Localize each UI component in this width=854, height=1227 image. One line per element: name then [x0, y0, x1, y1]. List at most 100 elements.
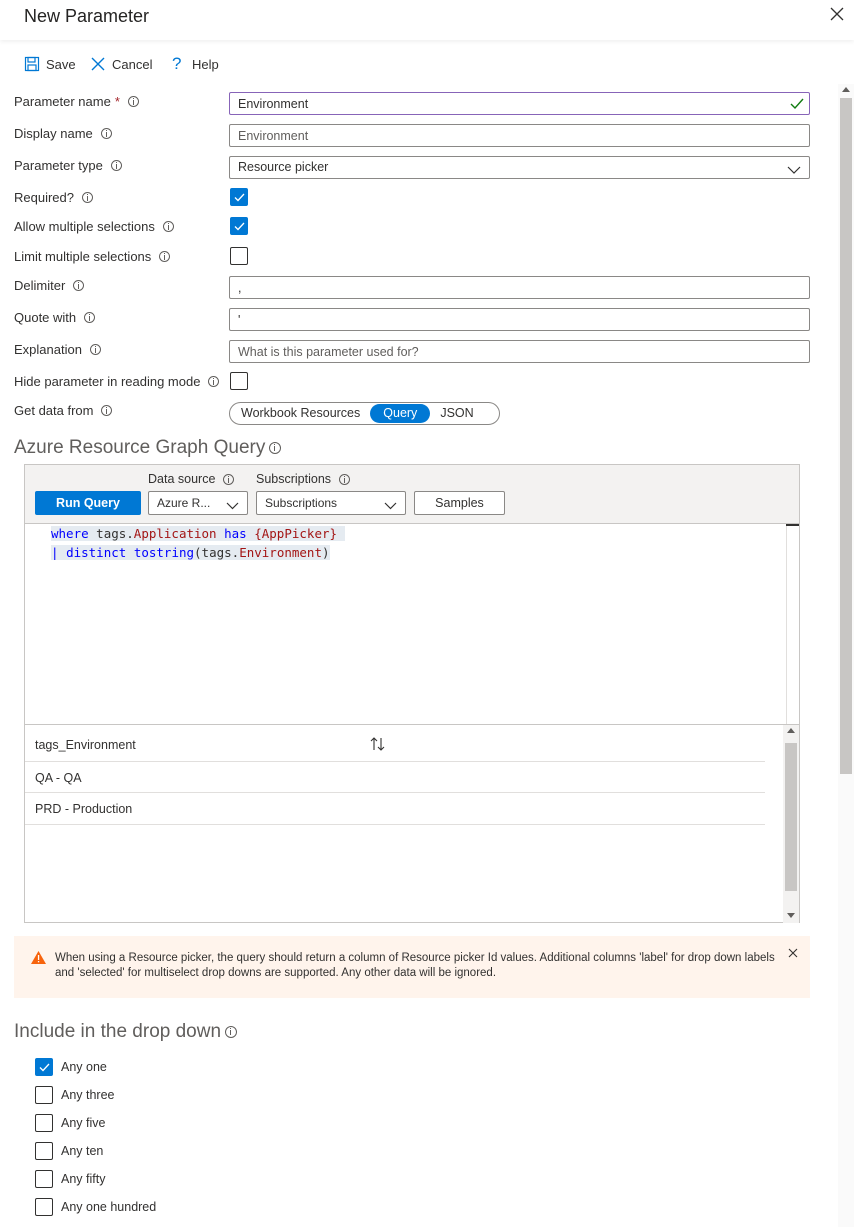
results-scroll-thumb[interactable]	[785, 743, 797, 891]
quote-input[interactable]	[229, 308, 810, 331]
dropdown-option-any-one[interactable]: Any one	[35, 1058, 107, 1076]
subscriptions-value: Subscriptions	[265, 496, 338, 510]
limit-multi-label: Limit multiple selections	[14, 249, 171, 264]
display-name-label: Display name	[14, 126, 112, 141]
panel-title: New Parameter	[24, 6, 150, 26]
required-checkbox[interactable]	[230, 188, 248, 206]
close-icon[interactable]	[829, 6, 849, 26]
save-button[interactable]: Save	[24, 52, 76, 76]
panel-header: New Parameter	[0, 0, 854, 40]
code-token: distinct	[66, 545, 127, 560]
code-token: tostring	[133, 545, 195, 560]
info-icon[interactable]	[101, 405, 113, 416]
delimiter-input[interactable]	[229, 276, 810, 299]
option-json[interactable]: JSON	[430, 404, 483, 423]
scroll-up-icon[interactable]	[842, 87, 850, 92]
limit-multi-label-text: Limit multiple selections	[14, 249, 152, 264]
param-type-select[interactable]: Resource picker	[229, 156, 810, 179]
code-line-1: where tags.Application has {AppPicker}	[51, 526, 345, 541]
page-scroll-thumb[interactable]	[840, 98, 852, 774]
valid-check-icon	[790, 98, 804, 113]
param-type-label: Parameter type	[14, 158, 122, 173]
quote-label: Quote with	[14, 310, 96, 325]
any-one-checkbox[interactable]	[35, 1058, 53, 1076]
info-icon[interactable]	[73, 280, 85, 291]
checkmark-icon	[234, 222, 245, 231]
any-one-hundred-checkbox[interactable]	[35, 1198, 53, 1216]
info-icon[interactable]	[89, 344, 101, 355]
info-icon[interactable]	[339, 473, 351, 485]
option-label: Any ten	[61, 1144, 104, 1158]
scroll-up-icon[interactable]	[787, 728, 795, 733]
close-icon[interactable]	[788, 946, 798, 961]
info-icon[interactable]	[208, 376, 220, 387]
dropdown-option-any-three[interactable]: Any three	[35, 1086, 115, 1104]
any-three-checkbox[interactable]	[35, 1086, 53, 1104]
info-icon[interactable]	[223, 473, 235, 485]
param-name-label-text: Parameter name	[14, 94, 111, 109]
option-label: Any five	[61, 1116, 106, 1130]
info-icon[interactable]	[110, 160, 122, 171]
param-type-label-text: Parameter type	[14, 158, 103, 173]
editor-scrollbar[interactable]	[786, 524, 799, 724]
quote-label-text: Quote with	[14, 310, 77, 325]
run-query-button[interactable]: Run Query	[35, 491, 141, 515]
explanation-label-text: Explanation	[14, 342, 82, 357]
any-five-checkbox[interactable]	[35, 1114, 53, 1132]
option-label: Any one	[61, 1060, 107, 1074]
help-label: Help	[192, 56, 219, 72]
table-row[interactable]: PRD - Production	[25, 793, 765, 825]
save-icon	[24, 56, 40, 72]
info-icon[interactable]	[162, 221, 174, 232]
param-name-input[interactable]	[229, 92, 810, 115]
samples-button[interactable]: Samples	[414, 491, 505, 515]
option-query[interactable]: Query	[370, 404, 431, 423]
code-token: {AppPicker}	[254, 526, 338, 541]
scroll-down-icon[interactable]	[787, 913, 795, 918]
dropdown-option-any-fifty[interactable]: Any fifty	[35, 1170, 105, 1188]
code-token: where	[51, 526, 89, 541]
option-label: Any three	[61, 1088, 115, 1102]
sort-icon[interactable]	[369, 737, 387, 754]
allow-multi-label: Allow multiple selections	[14, 219, 174, 234]
dropdown-section-title: Include in the drop down	[14, 1021, 238, 1043]
delimiter-label: Delimiter	[14, 278, 85, 293]
dropdown-option-any-ten[interactable]: Any ten	[35, 1142, 103, 1160]
param-name-label: Parameter name *	[14, 94, 139, 109]
dropdown-option-any-one-hundred[interactable]: Any one hundred	[35, 1198, 156, 1216]
allow-multi-label-text: Allow multiple selections	[14, 219, 155, 234]
results-scrollbar[interactable]	[783, 725, 799, 923]
results-column-header[interactable]: tags_Environment	[35, 738, 136, 752]
data-source-select[interactable]: Azure R...	[148, 491, 248, 515]
info-icon[interactable]	[100, 128, 112, 139]
table-row[interactable]: QA - QA	[25, 761, 765, 793]
cancel-button[interactable]: Cancel	[90, 52, 152, 76]
any-ten-checkbox[interactable]	[35, 1142, 53, 1160]
info-icon[interactable]	[225, 1026, 238, 1038]
hide-label-text: Hide parameter in reading mode	[14, 374, 201, 389]
info-icon[interactable]	[159, 251, 171, 262]
code-token: Environment	[239, 545, 322, 560]
allow-multi-checkbox[interactable]	[230, 217, 248, 235]
option-workbook-resources[interactable]: Workbook Resources	[231, 404, 370, 423]
query-editor[interactable]: where tags.Application has {AppPicker} |…	[25, 524, 799, 724]
info-icon[interactable]	[84, 312, 96, 323]
hide-checkbox[interactable]	[230, 372, 248, 390]
dropdown-option-any-five[interactable]: Any five	[35, 1114, 105, 1132]
any-fifty-checkbox[interactable]	[35, 1170, 53, 1188]
explanation-input[interactable]	[229, 340, 810, 363]
display-name-label-text: Display name	[14, 126, 93, 141]
editor-scroll-thumb[interactable]	[786, 524, 799, 526]
code-token: Application	[133, 526, 217, 541]
info-icon[interactable]	[269, 442, 282, 454]
option-label: Any fifty	[61, 1172, 106, 1186]
display-name-input[interactable]	[229, 124, 810, 147]
info-icon[interactable]	[82, 192, 93, 203]
page-scrollbar[interactable]	[838, 84, 854, 1227]
limit-multi-checkbox[interactable]	[230, 247, 248, 265]
chevron-down-icon	[226, 499, 239, 513]
info-icon[interactable]	[127, 96, 139, 107]
help-button[interactable]: ? Help	[172, 52, 219, 76]
subscriptions-select[interactable]: Subscriptions	[256, 491, 406, 515]
delimiter-label-text: Delimiter	[14, 278, 66, 293]
